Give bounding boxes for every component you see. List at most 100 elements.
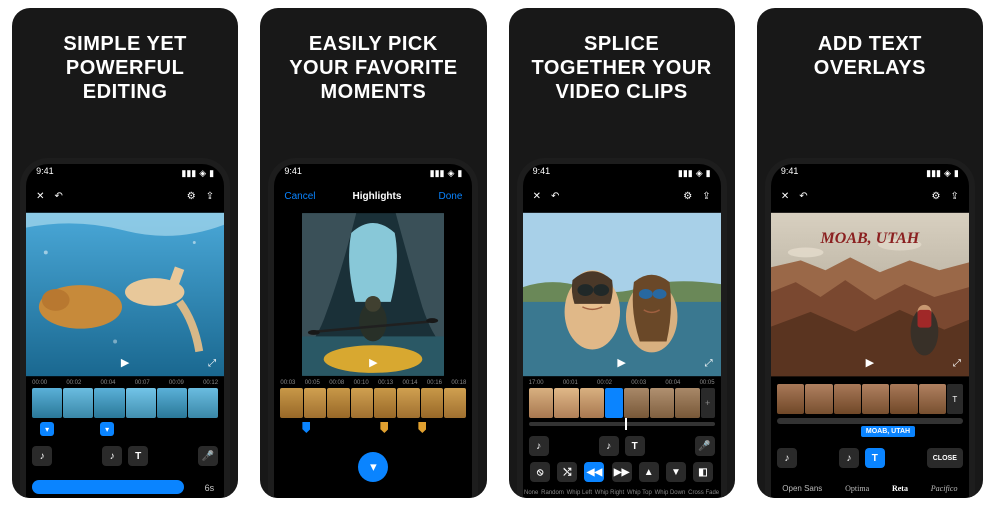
video-preview[interactable]: MOAB, UTAH ▶ ⤢ [771, 212, 969, 377]
add-highlight-button[interactable]: ▾ [358, 452, 388, 482]
clip-thumb[interactable] [32, 388, 62, 418]
text-button[interactable]: T [865, 448, 885, 468]
text-overlay[interactable]: MOAB, UTAH [771, 230, 969, 248]
transition-crossfade-button[interactable]: ◧ [693, 462, 713, 482]
music-button[interactable]: ♪ [102, 446, 122, 466]
video-preview[interactable]: ▶ [302, 212, 444, 377]
highlight-mark-icon[interactable]: ▾ [100, 422, 114, 436]
cancel-button[interactable]: Cancel [284, 191, 315, 202]
transition-whip-left-button[interactable]: ◀◀ [584, 462, 604, 482]
video-preview[interactable]: ▶ ⤢ [26, 212, 224, 377]
expand-icon[interactable]: ⤢ [953, 358, 961, 369]
timeline-filmstrip[interactable]: T [777, 384, 963, 414]
music-button[interactable]: ♪ [32, 446, 52, 466]
undo-icon[interactable]: ↶ [551, 191, 559, 202]
text-track[interactable] [777, 418, 963, 424]
clip-thumb[interactable] [862, 384, 889, 414]
video-preview[interactable]: ▶ ⤢ [523, 212, 721, 377]
music-button[interactable]: ♪ [777, 448, 797, 468]
bookmark-icon[interactable] [380, 422, 388, 433]
clip-thumb[interactable] [126, 388, 156, 418]
settings-icon[interactable]: ⚙ [932, 191, 941, 202]
text-button[interactable]: T [625, 436, 645, 456]
clip-thumb[interactable] [304, 388, 326, 418]
duration-slider[interactable] [32, 480, 184, 494]
text-button[interactable]: T [128, 446, 148, 466]
status-icons: ▮▮▮◈▮ [926, 166, 959, 180]
close-text-button[interactable]: CLOSE [927, 448, 963, 468]
close-icon[interactable]: ✕ [36, 191, 44, 202]
scrub-track[interactable] [529, 422, 715, 426]
clip-thumb[interactable] [351, 388, 373, 418]
undo-icon[interactable]: ↶ [799, 191, 807, 202]
clip-thumb[interactable] [777, 384, 804, 414]
mic-button[interactable]: 🎤 [695, 436, 715, 456]
clip-thumb[interactable] [421, 388, 443, 418]
clip-thumb[interactable] [624, 388, 649, 418]
clip-thumb[interactable] [529, 388, 554, 418]
transition-random-button[interactable]: ⤭ [557, 462, 577, 482]
transition-thumb[interactable] [605, 388, 623, 418]
clip-thumb[interactable] [805, 384, 832, 414]
clip-thumb[interactable] [374, 388, 396, 418]
expand-icon[interactable]: ⤢ [705, 358, 713, 369]
clip-thumb[interactable] [919, 384, 946, 414]
play-icon[interactable]: ▶ [866, 356, 874, 369]
font-option-selected[interactable]: Reta [892, 484, 908, 493]
transition-whip-right-button[interactable]: ▶▶ [612, 462, 632, 482]
close-icon[interactable]: ✕ [533, 191, 541, 202]
settings-icon[interactable]: ⚙ [187, 191, 196, 202]
tc: 00:05 [305, 380, 320, 386]
music-button[interactable]: ♪ [599, 436, 619, 456]
playhead-icon[interactable] [625, 418, 627, 430]
font-option[interactable]: Pacifico [931, 484, 958, 493]
undo-icon[interactable]: ↶ [55, 191, 63, 202]
done-button[interactable]: Done [438, 191, 462, 202]
clip-thumb[interactable] [834, 384, 861, 414]
bookmark-icon[interactable] [302, 422, 310, 433]
phone-notch [820, 164, 920, 182]
transition-whip-top-button[interactable]: ▲ [639, 462, 659, 482]
close-icon[interactable]: ✕ [781, 191, 789, 202]
add-clip-button[interactable]: + [701, 388, 715, 418]
music-button[interactable]: ♪ [839, 448, 859, 468]
text-overlay-chip[interactable]: MOAB, UTAH [861, 426, 915, 437]
highlight-mark-icon[interactable]: ▾ [40, 422, 54, 436]
expand-icon[interactable]: ⤢ [208, 358, 216, 369]
play-icon[interactable]: ▶ [617, 356, 625, 369]
signal-icon: ▮▮▮ [430, 168, 445, 179]
clip-thumb[interactable] [188, 388, 218, 418]
mic-button[interactable]: 🎤 [198, 446, 218, 466]
clip-thumb[interactable] [327, 388, 349, 418]
share-icon[interactable]: ⇪ [702, 191, 710, 202]
timeline-filmstrip[interactable] [32, 388, 218, 418]
clip-thumb[interactable] [675, 388, 700, 418]
wifi-icon: ◈ [944, 168, 951, 179]
bookmark-icon[interactable] [418, 422, 426, 433]
clip-thumb[interactable] [444, 388, 466, 418]
font-option[interactable]: Open Sans [782, 484, 822, 493]
font-picker[interactable]: Open Sans Optima Reta Pacifico [771, 480, 969, 496]
clip-thumb[interactable] [554, 388, 579, 418]
clip-thumb[interactable] [63, 388, 93, 418]
share-icon[interactable]: ⇪ [206, 191, 214, 202]
play-icon[interactable]: ▶ [121, 356, 129, 369]
transition-whip-down-button[interactable]: ▼ [666, 462, 686, 482]
transition-labels: None Random Whip Left Whip Right Whip To… [523, 490, 721, 496]
clip-thumb[interactable] [580, 388, 605, 418]
timeline-filmstrip[interactable]: + [529, 388, 715, 418]
music-button[interactable]: ♪ [529, 436, 549, 456]
play-icon[interactable]: ▶ [369, 356, 377, 369]
timeline-filmstrip[interactable] [280, 388, 466, 418]
settings-icon[interactable]: ⚙ [683, 191, 692, 202]
transition-none-button[interactable]: ⦸ [530, 462, 550, 482]
clip-thumb[interactable] [157, 388, 187, 418]
clip-thumb[interactable] [890, 384, 917, 414]
font-option[interactable]: Optima [845, 484, 869, 493]
share-icon[interactable]: ⇪ [950, 191, 958, 202]
clip-thumb[interactable] [280, 388, 302, 418]
clip-thumb[interactable] [650, 388, 675, 418]
clip-thumb[interactable] [397, 388, 419, 418]
text-clip-icon[interactable]: T [947, 384, 963, 414]
clip-thumb[interactable] [94, 388, 124, 418]
